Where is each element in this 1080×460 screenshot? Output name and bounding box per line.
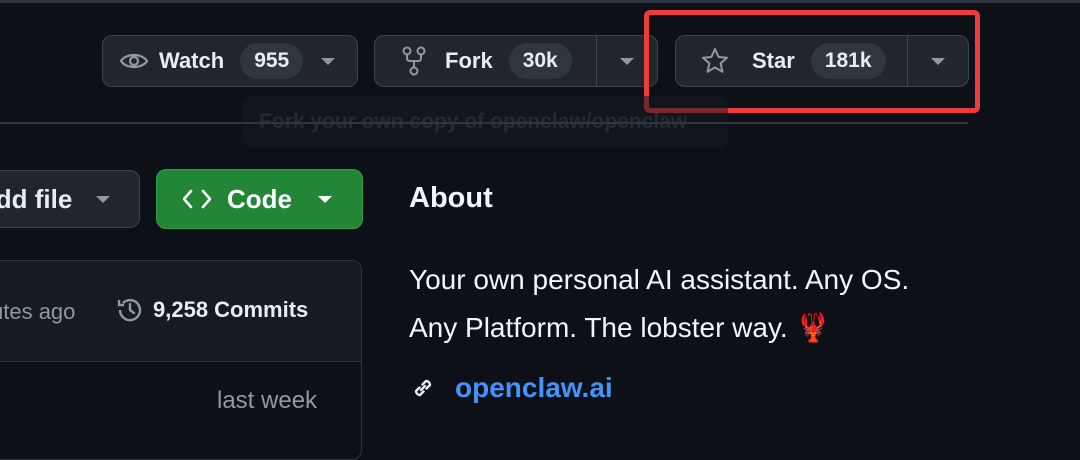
chevron-down-icon (318, 195, 332, 203)
add-file-label: Add file (0, 183, 73, 214)
add-file-button[interactable]: Add file (0, 170, 140, 228)
code-icon (181, 188, 213, 210)
website-link[interactable]: openclaw.ai (455, 372, 613, 404)
commits-link[interactable]: 9,258 Commits (115, 295, 308, 325)
code-label: Code (227, 183, 292, 214)
top-border (0, 0, 1080, 3)
watch-button[interactable]: Watch 955 (102, 35, 358, 87)
watch-label: Watch (159, 48, 225, 73)
header-divider (0, 122, 968, 124)
file-row-time: last week (217, 387, 318, 414)
history-icon (115, 295, 145, 325)
about-heading: About (409, 182, 493, 214)
fork-button[interactable]: Fork 30k (374, 35, 658, 87)
last-commit-time: utes ago (0, 299, 76, 324)
eye-icon (119, 50, 149, 72)
chevron-down-icon (96, 195, 111, 203)
chevron-down-icon (620, 57, 635, 65)
file-list-panel: utes ago 9,258 Commits last week (0, 260, 362, 460)
latest-commit-bar: utes ago 9,258 Commits (0, 261, 361, 362)
description-line-2: Any Platform. The lobster way. 🦞 (409, 312, 831, 343)
fork-count: 30k (508, 43, 572, 79)
website-row: openclaw.ai (409, 372, 613, 404)
repo-description: Your own personal AI assistant. Any OS. … (409, 256, 1029, 352)
description-line-1: Your own personal AI assistant. Any OS. (409, 264, 910, 295)
chevron-down-icon (321, 57, 336, 65)
fork-icon (401, 46, 427, 76)
commits-count: 9,258 Commits (153, 297, 309, 322)
link-icon (409, 374, 437, 402)
code-button[interactable]: Code (156, 169, 363, 229)
fork-label: Fork (445, 48, 493, 73)
watch-count: 955 (240, 43, 304, 79)
